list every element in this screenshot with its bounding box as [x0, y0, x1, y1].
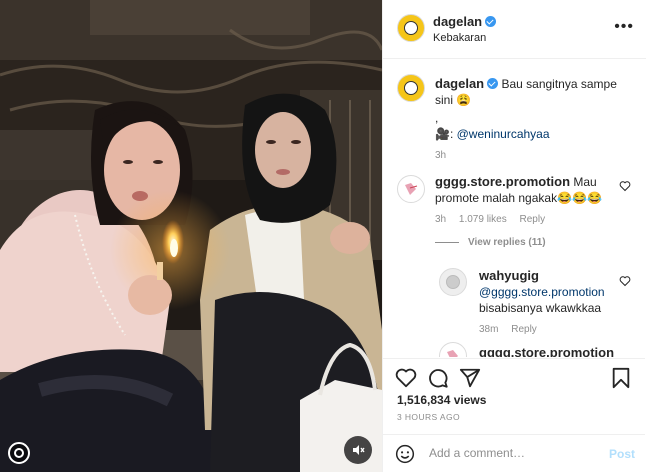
share-icon[interactable]: [459, 367, 481, 389]
comments-list[interactable]: dagelan Bau sangitnya sampe sini 😩 , 🎥: …: [383, 59, 645, 357]
comment-username[interactable]: gggg.store.promotion: [479, 345, 614, 357]
post-video[interactable]: [0, 0, 382, 472]
comment-item: gggg.store.promotion: [479, 344, 614, 357]
smiley-icon[interactable]: [395, 444, 415, 464]
credit-link[interactable]: @weninurcahyaa: [457, 127, 550, 141]
store-logo-icon: [447, 350, 458, 357]
avatar-face-icon: [404, 21, 418, 35]
post-location[interactable]: Kebakaran: [433, 32, 486, 44]
caption-time[interactable]: 3h: [435, 150, 446, 161]
reply-avatar[interactable]: [439, 268, 467, 296]
reply-text: bisabisanya wkawkkaa: [479, 301, 602, 315]
verified-badge-icon: [485, 16, 497, 27]
author-username[interactable]: dagelan: [433, 14, 482, 29]
mute-icon: [353, 445, 365, 455]
caption-dot: ,: [435, 111, 439, 125]
more-options-icon[interactable]: •••: [614, 18, 634, 36]
credit-prefix: 🎥:: [435, 127, 454, 141]
caption-emoji: 😩: [456, 93, 472, 107]
caption: dagelan Bau sangitnya sampe sini 😩 , 🎥: …: [435, 76, 625, 161]
reply-item: wahyugig @gggg.store.promotion bisabisan…: [479, 268, 619, 335]
reply-username[interactable]: wahyugig: [479, 268, 539, 283]
author-avatar[interactable]: [397, 14, 425, 42]
commenter-avatar[interactable]: [439, 342, 467, 357]
view-replies-button[interactable]: View replies (11): [468, 237, 546, 248]
verified-badge-icon: [487, 78, 499, 89]
post-timestamp[interactable]: 3 HOURS AGO: [397, 412, 460, 422]
avatar-face-icon: [404, 81, 418, 95]
comment-heart-icon[interactable]: [619, 180, 631, 192]
comment-time[interactable]: 3h: [435, 214, 446, 225]
view-replies-line: [435, 242, 459, 243]
like-heart-icon[interactable]: [395, 367, 417, 389]
account-ring-icon: [8, 442, 30, 464]
post-comment-button[interactable]: Post: [609, 447, 635, 461]
store-logo-icon: [405, 183, 418, 195]
commenter-avatar[interactable]: [397, 175, 425, 203]
post-header: dagelan Kebakaran •••: [383, 0, 646, 59]
comment-item: gggg.store.promotion Mau promote malah n…: [435, 174, 605, 225]
reply-button[interactable]: Reply: [520, 214, 546, 225]
caption-avatar[interactable]: [397, 74, 425, 102]
add-comment-bar: Post: [383, 434, 645, 473]
caption-username[interactable]: dagelan: [435, 76, 484, 91]
view-count[interactable]: 1,516,834 views: [397, 393, 486, 407]
mute-button[interactable]: [344, 436, 372, 464]
comment-username[interactable]: gggg.store.promotion: [435, 174, 570, 189]
comment-likes[interactable]: 1.079 likes: [459, 214, 507, 225]
comment-input[interactable]: [427, 445, 591, 461]
video-frame: [0, 0, 382, 472]
reply-heart-icon[interactable]: [619, 275, 631, 287]
action-bar: [383, 358, 645, 389]
avatar-placeholder-icon: [446, 275, 460, 289]
post-side-panel: dagelan Kebakaran ••• dagelan Bau sangit…: [382, 0, 646, 472]
reply-mention[interactable]: @gggg.store.promotion: [479, 285, 605, 299]
reply-button[interactable]: Reply: [511, 324, 537, 335]
reply-time[interactable]: 38m: [479, 324, 498, 335]
bookmark-icon[interactable]: [611, 367, 631, 389]
comment-icon[interactable]: [427, 367, 449, 389]
